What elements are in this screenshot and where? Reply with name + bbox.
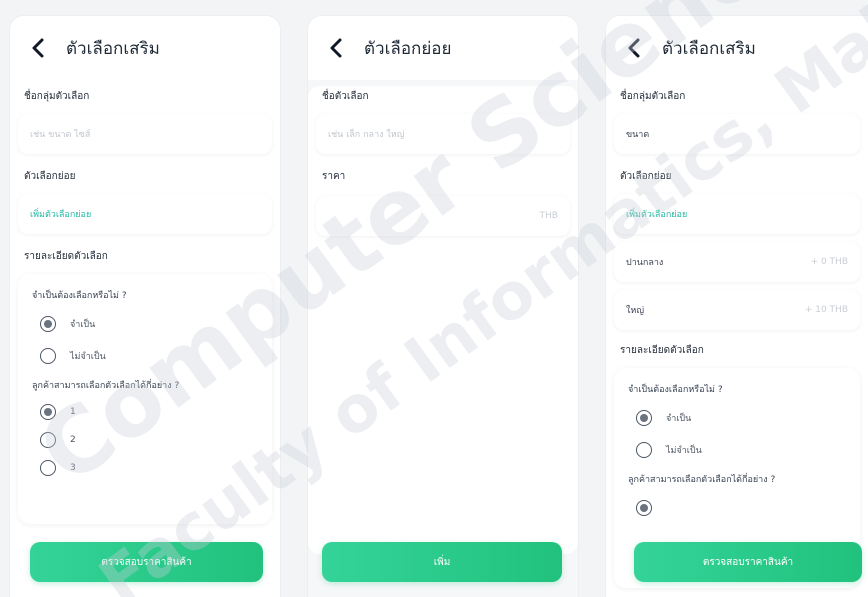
radio-count-1[interactable] (624, 492, 850, 524)
sub-option-name: ใหญ่ (626, 306, 644, 316)
radio-required-no[interactable]: ไม่จำเป็น (28, 340, 262, 372)
group-name-value: ขนาด (626, 130, 650, 140)
details-label: รายละเอียดตัวเลือก (24, 251, 108, 262)
radio-label: จำเป็น (666, 414, 692, 424)
header: ตัวเลือกเสริม (10, 16, 280, 80)
details-label: รายละเอียดตัวเลือก (620, 345, 704, 356)
radio-label: จำเป็น (70, 320, 96, 330)
radio-unselected-icon[interactable] (40, 460, 56, 476)
radio-unselected-icon[interactable] (40, 432, 56, 448)
radio-count-3[interactable]: 3 (28, 454, 262, 482)
group-name-placeholder: เช่น ขนาด ไซส์ (30, 130, 91, 140)
price-input[interactable]: THB (316, 196, 570, 236)
sub-option-price: + 10 THB (804, 305, 848, 315)
group-name-input[interactable]: เช่น ขนาด ไซส์ (18, 114, 272, 154)
form-panel: ชื่อตัวเลือก เช่น เล็ก กลาง ใหญ่ ราคา TH… (308, 86, 578, 554)
count-question: ลูกค้าสามารถเลือกตัวเลือกได้กี่อย่าง ? (32, 381, 180, 391)
check-price-button[interactable]: ตรวจสอบราคาสินค้า (634, 542, 862, 582)
radio-label: 2 (70, 435, 76, 445)
check-price-button[interactable]: ตรวจสอบราคาสินค้า (30, 542, 263, 582)
option-name-input[interactable]: เช่น เล็ก กลาง ใหญ่ (316, 114, 570, 154)
page-title: ตัวเลือกเสริม (662, 38, 756, 59)
radio-selected-icon[interactable] (636, 410, 652, 426)
radio-label: 1 (70, 407, 76, 417)
radio-count-1[interactable]: 1 (28, 398, 262, 426)
count-question: ลูกค้าสามารถเลือกตัวเลือกได้กี่อย่าง ? (628, 475, 776, 485)
radio-required-no[interactable]: ไม่จำเป็น (624, 434, 850, 466)
screen-option-group-filled: ตัวเลือกเสริม ชื่อกลุ่มตัวเลือก ขนาด ตัว… (606, 16, 868, 597)
screen-add-option-group: ตัวเลือกเสริม ชื่อกลุ่มตัวเลือก เช่น ขนา… (10, 16, 280, 597)
sub-option-price: + 0 THB (810, 257, 848, 267)
sub-options-label: ตัวเลือกย่อย (620, 171, 672, 182)
radio-required-yes[interactable]: จำเป็น (28, 308, 262, 340)
price-label: ราคา (322, 171, 346, 182)
radio-label: ไม่จำเป็น (666, 446, 702, 456)
screen-add-sub-option: ตัวเลือกย่อย ชื่อตัวเลือก เช่น เล็ก กลาง… (308, 16, 578, 597)
currency-suffix: THB (539, 211, 558, 221)
sub-option-item[interactable]: ใหญ่ + 10 THB (614, 290, 860, 330)
radio-required-yes[interactable]: จำเป็น (624, 402, 850, 434)
header: ตัวเลือกย่อย (308, 16, 578, 80)
back-arrow-icon[interactable] (326, 38, 346, 58)
sub-option-name: ปานกลาง (626, 258, 664, 268)
sub-options-label: ตัวเลือกย่อย (24, 171, 76, 182)
radio-selected-icon[interactable] (636, 500, 652, 516)
radio-unselected-icon[interactable] (636, 442, 652, 458)
add-sub-option-button[interactable]: เพิ่มตัวเลือกย่อย (614, 194, 860, 234)
header: ตัวเลือกเสริม (606, 16, 868, 80)
radio-selected-icon[interactable] (40, 316, 56, 332)
group-name-label: ชื่อกลุ่มตัวเลือก (24, 91, 90, 102)
back-arrow-icon[interactable] (624, 38, 644, 58)
add-sub-option-label: เพิ่มตัวเลือกย่อย (30, 210, 92, 220)
details-card: จำเป็นต้องเลือกหรือไม่ ? จำเป็น ไม่จำเป็… (18, 274, 272, 524)
sub-option-item[interactable]: ปานกลาง + 0 THB (614, 242, 860, 282)
radio-count-2[interactable]: 2 (28, 426, 262, 454)
option-name-label: ชื่อตัวเลือก (322, 91, 369, 102)
radio-label: ไม่จำเป็น (70, 352, 106, 362)
required-question: จำเป็นต้องเลือกหรือไม่ ? (628, 385, 723, 395)
required-question: จำเป็นต้องเลือกหรือไม่ ? (32, 291, 127, 301)
add-sub-option-button[interactable]: เพิ่มตัวเลือกย่อย (18, 194, 272, 234)
group-name-input[interactable]: ขนาด (614, 114, 860, 154)
group-name-label: ชื่อกลุ่มตัวเลือก (620, 91, 686, 102)
radio-unselected-icon[interactable] (40, 348, 56, 364)
radio-selected-icon[interactable] (40, 404, 56, 420)
radio-label: 3 (70, 463, 76, 473)
page-title: ตัวเลือกย่อย (364, 38, 452, 59)
back-arrow-icon[interactable] (28, 38, 48, 58)
page-title: ตัวเลือกเสริม (66, 38, 160, 59)
add-button[interactable]: เพิ่ม (322, 542, 562, 582)
option-name-placeholder: เช่น เล็ก กลาง ใหญ่ (328, 130, 405, 140)
add-sub-option-label: เพิ่มตัวเลือกย่อย (626, 210, 688, 220)
